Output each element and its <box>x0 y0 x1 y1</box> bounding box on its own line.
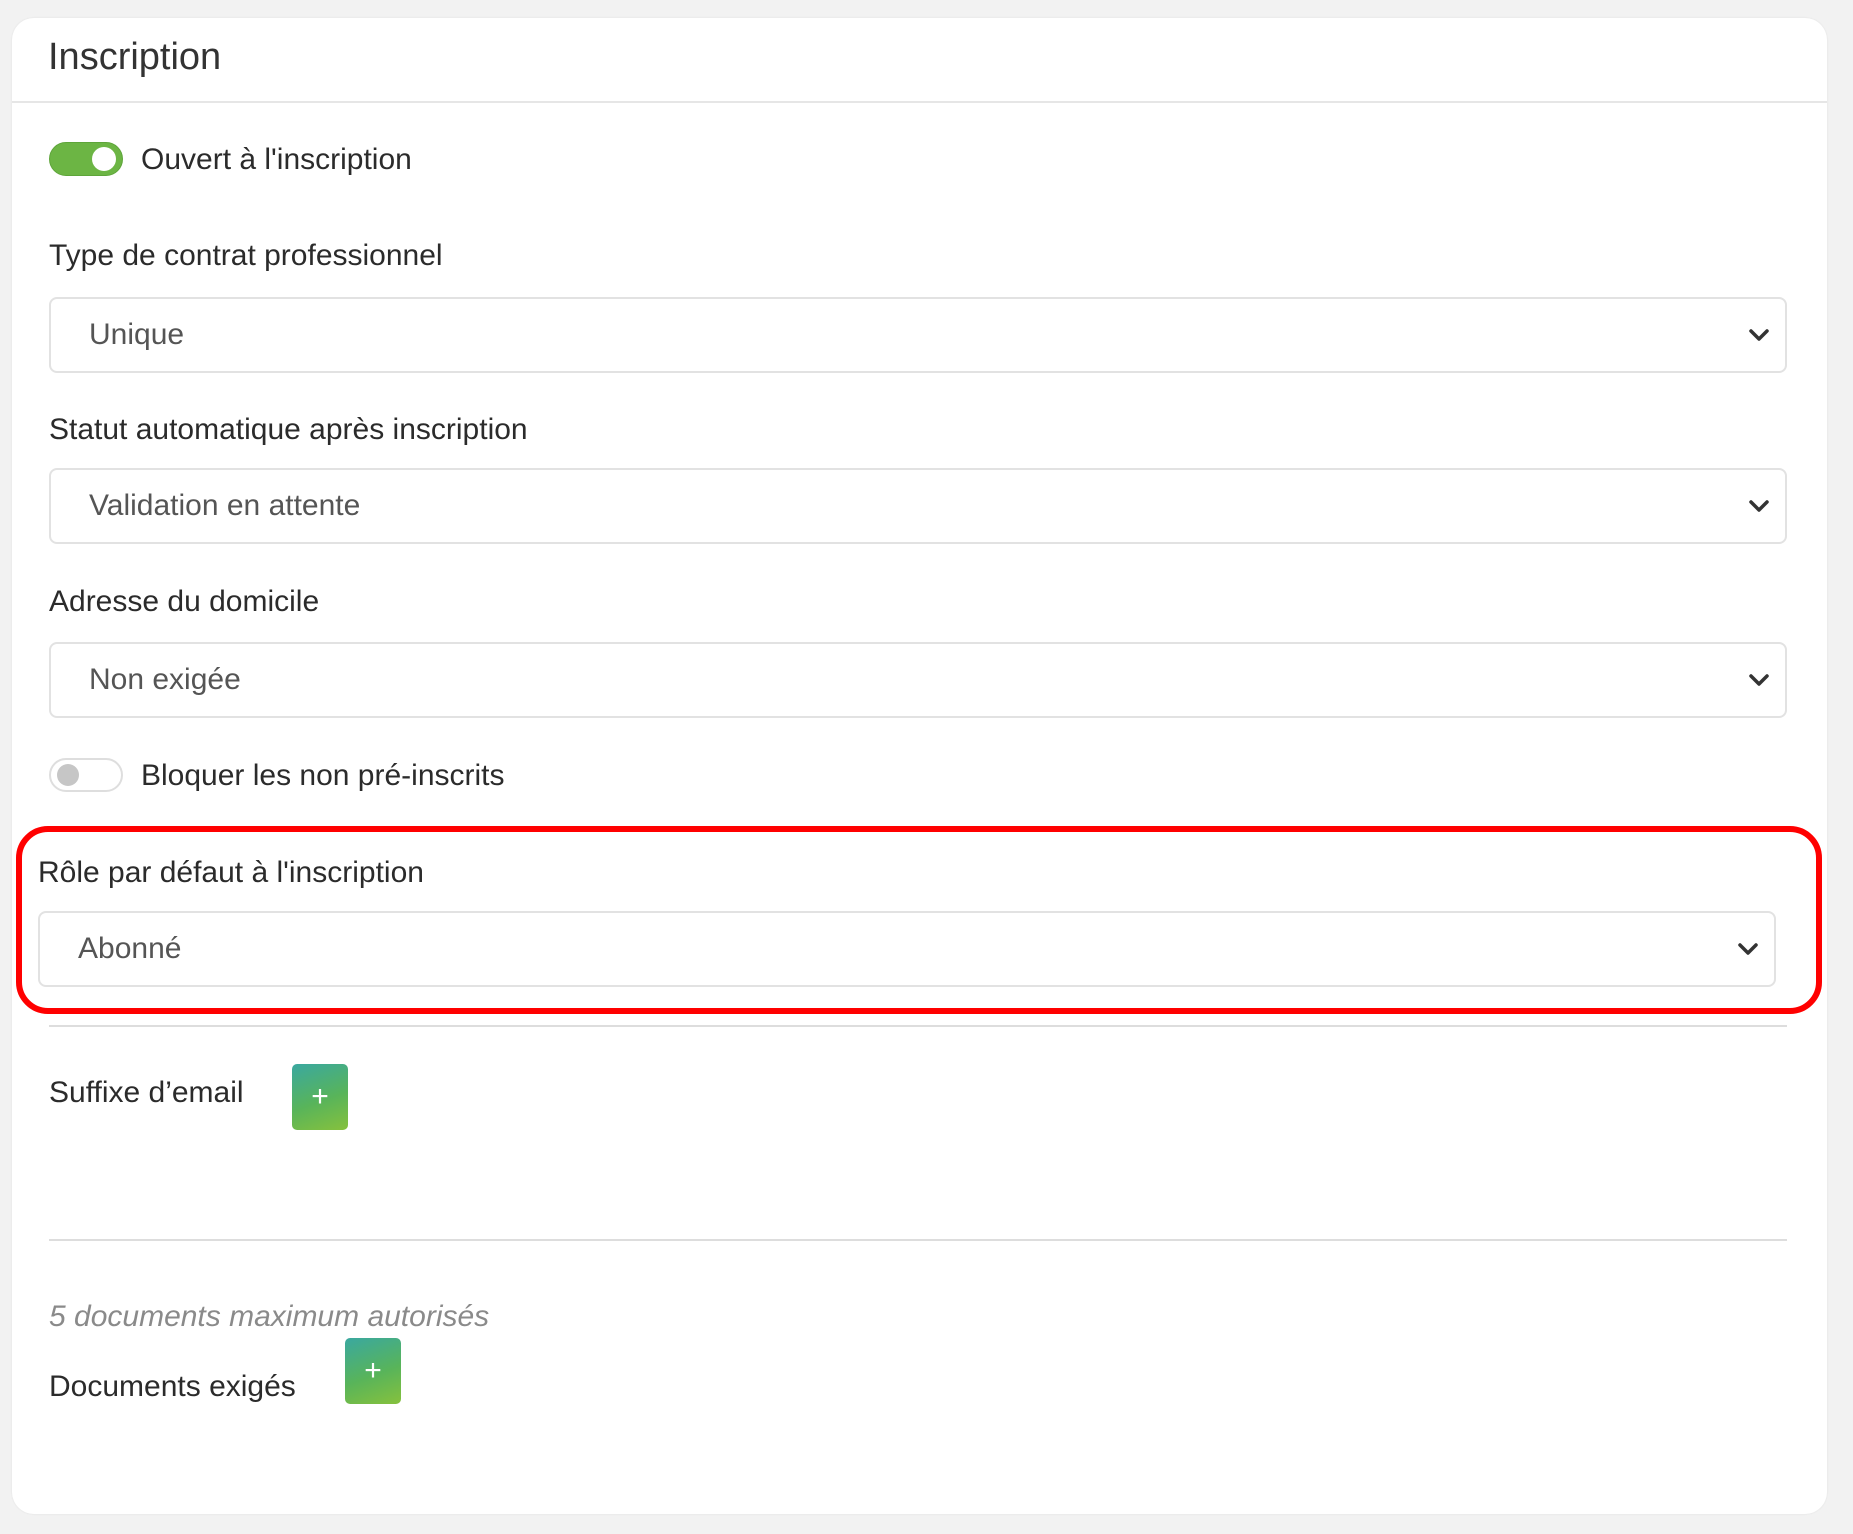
chevron-down-icon <box>1749 500 1769 512</box>
contract-type-select[interactable]: Unique <box>49 297 1787 373</box>
home-address-label: Adresse du domicile <box>49 585 320 618</box>
chevron-down-icon <box>1749 674 1769 686</box>
auto-status-value: Validation en attente <box>89 489 361 522</box>
home-address-value: Non exigée <box>89 663 241 696</box>
highlight-annotation <box>16 826 1822 1014</box>
block-non-preregistered-label: Bloquer les non pré-inscrits <box>141 759 505 792</box>
documents-limit-note: 5 documents maximum autorisés <box>49 1300 490 1333</box>
required-documents-label: Documents exigés <box>49 1370 296 1403</box>
open-registration-label: Ouvert à l'inscription <box>141 143 412 176</box>
chevron-down-icon <box>1749 329 1769 341</box>
add-document-button[interactable]: + <box>345 1338 401 1404</box>
section-divider <box>49 1025 1787 1027</box>
open-registration-toggle[interactable] <box>49 142 123 176</box>
auto-status-select[interactable]: Validation en attente <box>49 468 1787 544</box>
contract-type-value: Unique <box>89 318 185 351</box>
contract-type-label: Type de contrat professionnel <box>49 239 443 272</box>
panel-title: Inscription <box>48 36 222 78</box>
block-non-preregistered-toggle[interactable] <box>49 758 123 792</box>
add-email-suffix-button[interactable]: + <box>292 1064 348 1130</box>
home-address-select[interactable]: Non exigée <box>49 642 1787 718</box>
header-divider <box>12 101 1827 103</box>
toggle-knob <box>57 764 79 786</box>
inscription-panel: Inscription Ouvert à l'inscription Type … <box>12 18 1827 1514</box>
email-suffix-label: Suffixe d’email <box>49 1076 244 1109</box>
toggle-knob <box>92 147 116 171</box>
auto-status-label: Statut automatique après inscription <box>49 413 528 446</box>
section-divider <box>49 1239 1787 1241</box>
